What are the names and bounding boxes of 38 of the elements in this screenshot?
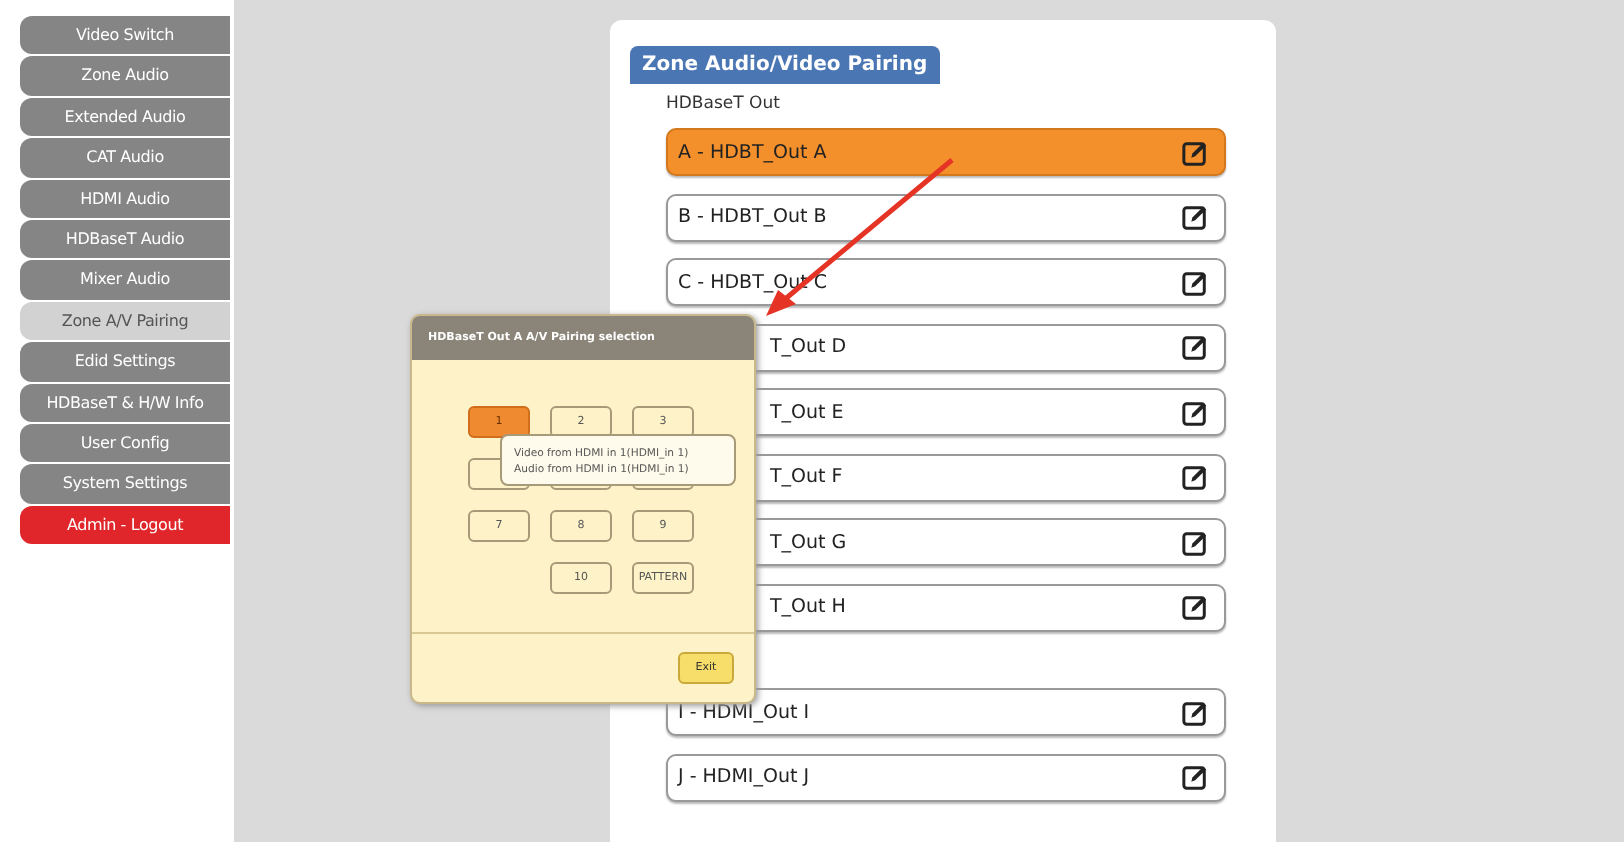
sidebar-item[interactable]: User Config [20, 423, 230, 463]
output-label: J - HDMI_Out J [678, 766, 810, 788]
output-label: T_Out H [770, 596, 846, 618]
edit-icon[interactable] [1182, 139, 1208, 165]
output-row[interactable]: A - HDBT_Out A [666, 128, 1226, 176]
output-label: A - HDBT_Out A [678, 141, 827, 163]
edit-icon[interactable] [1182, 269, 1208, 295]
panel-title: Zone Audio/Video Pairing [630, 46, 940, 84]
output-label: T_Out D [770, 336, 847, 358]
output-row[interactable]: B - HDBT_Out B [666, 193, 1226, 241]
output-label: I - HDMI_Out I [678, 701, 810, 723]
sidebar-item[interactable]: HDMI Audio [20, 179, 230, 218]
sidebar-item[interactable]: Mixer Audio [20, 260, 230, 300]
edit-icon[interactable] [1182, 399, 1208, 425]
sidebar-item[interactable]: Zone A/V Pairing [20, 301, 230, 341]
output-row[interactable]: I - HDMI_Out I [666, 688, 1226, 736]
edit-icon[interactable] [1182, 334, 1208, 360]
edit-icon[interactable] [1182, 594, 1208, 620]
output-row[interactable]: J - HDMI_Out J [666, 753, 1226, 801]
sidebar-item[interactable]: Extended Audio [20, 97, 230, 137]
sidebar-item[interactable]: HDBaseT & H/W Info [20, 383, 230, 422]
edit-icon[interactable] [1182, 464, 1208, 490]
sidebar-item[interactable]: CAT Audio [20, 138, 230, 178]
edit-icon[interactable] [1182, 204, 1208, 230]
edit-icon[interactable] [1182, 529, 1208, 555]
output-label: T_Out E [770, 401, 844, 423]
output-label: T_Out F [770, 466, 843, 488]
sidebar-item[interactable]: System Settings [20, 464, 230, 504]
sidebar-item[interactable]: Edid Settings [20, 342, 230, 382]
section-label: HDBaseT Out [666, 94, 782, 114]
sidebar-item[interactable]: Zone Audio [20, 56, 230, 96]
logout-button[interactable]: Admin - Logout [20, 505, 230, 545]
output-label: T_Out G [770, 531, 847, 553]
sidebar-item[interactable]: Video Switch [20, 16, 230, 55]
edit-icon[interactable] [1182, 764, 1208, 790]
output-label: B - HDBT_Out B [678, 206, 827, 228]
sidebar-item[interactable]: HDBaseT Audio [20, 219, 230, 259]
edit-icon[interactable] [1182, 699, 1208, 725]
